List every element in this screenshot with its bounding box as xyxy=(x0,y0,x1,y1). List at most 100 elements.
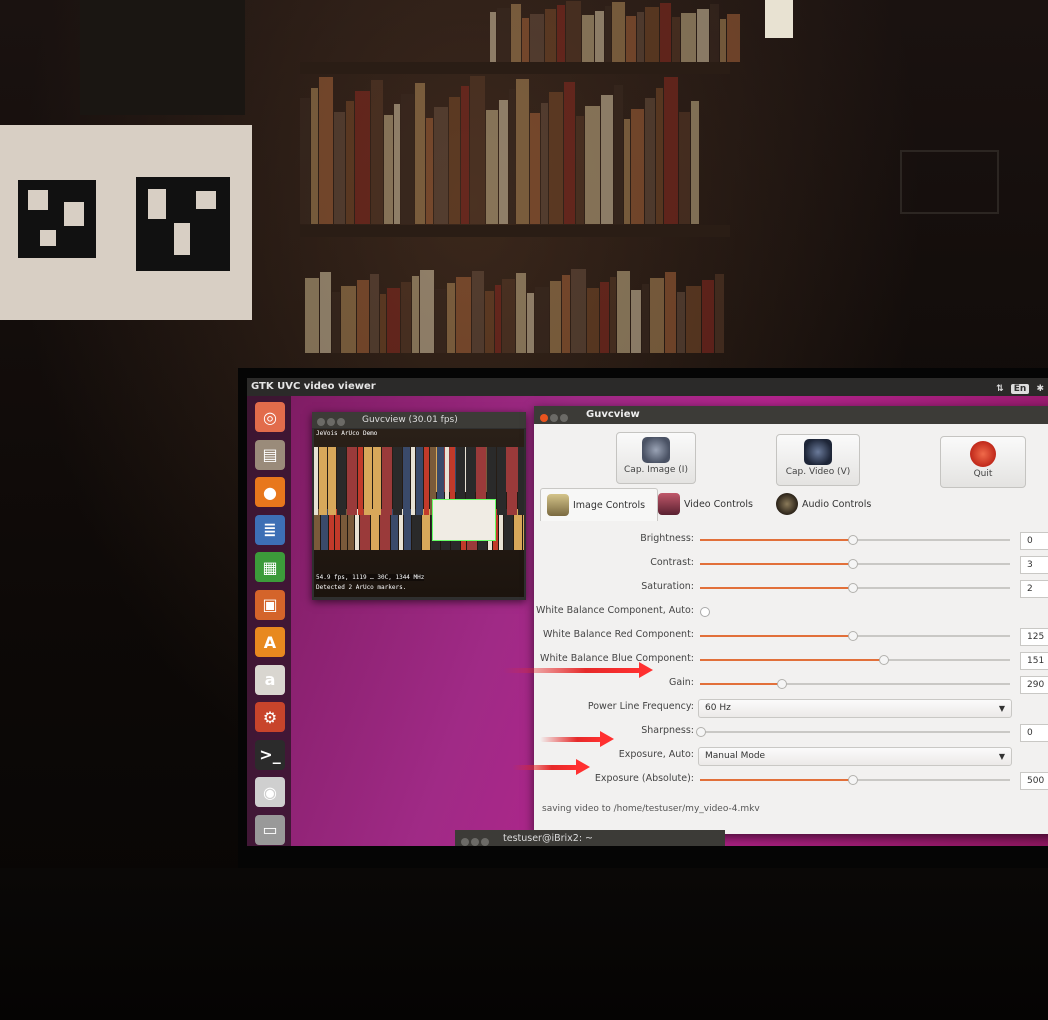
control-dropdown[interactable]: 60 Hz ▼ xyxy=(698,699,1012,718)
control-value-field[interactable]: 151 xyxy=(1020,652,1048,670)
bookshelf-row xyxy=(490,0,740,62)
dropdown-value: 60 Hz xyxy=(705,703,731,713)
book xyxy=(535,286,549,353)
book xyxy=(371,509,379,550)
book xyxy=(601,95,613,224)
book xyxy=(485,290,494,353)
terminal-window-title[interactable]: testuser@iBrix2: ~ xyxy=(455,830,725,846)
book xyxy=(380,293,386,353)
keyboard-layout-indicator[interactable]: En xyxy=(1010,384,1030,394)
control-label: Exposure, Auto: xyxy=(618,749,694,760)
tab-image-controls[interactable]: Image Controls xyxy=(540,488,658,521)
book xyxy=(562,274,570,353)
close-icon[interactable] xyxy=(540,414,548,422)
tab-video-controls[interactable]: Video Controls xyxy=(652,488,776,520)
minimize-icon[interactable] xyxy=(550,414,558,422)
preview-window[interactable]: Guvcview (30.01 fps) JeVois ArUco Demo 5… xyxy=(312,412,526,600)
files-icon[interactable]: ▤ xyxy=(255,439,285,470)
control-titlebar[interactable]: Guvcview xyxy=(534,406,1048,424)
control-slider[interactable] xyxy=(700,655,1010,665)
control-row: Gain: 290 xyxy=(534,674,1048,694)
calc-icon[interactable]: ▦ xyxy=(255,552,285,582)
book xyxy=(545,9,556,62)
guvcview-control-window[interactable]: Guvcview Cap. Image (I) Cap. Video (V) Q… xyxy=(534,406,1048,834)
slider-handle[interactable] xyxy=(847,535,858,545)
slider-handle[interactable] xyxy=(847,631,858,641)
quit-button[interactable]: Quit xyxy=(940,436,1026,488)
book xyxy=(472,271,484,353)
writer-icon[interactable]: ≣ xyxy=(255,514,285,545)
book xyxy=(319,447,327,515)
minimize-icon[interactable] xyxy=(471,838,479,846)
book xyxy=(642,284,649,353)
control-slider[interactable] xyxy=(700,583,1010,593)
slider-handle[interactable] xyxy=(696,727,706,737)
book xyxy=(311,87,318,224)
slider-handle[interactable] xyxy=(878,655,889,665)
trash-icon[interactable]: ▭ xyxy=(255,814,285,845)
cap-image-button[interactable]: Cap. Image (I) xyxy=(616,432,696,484)
preview-titlebar[interactable]: Guvcview (30.01 fps) xyxy=(312,412,526,428)
control-value-field[interactable]: 125 xyxy=(1020,628,1048,646)
book xyxy=(514,509,522,550)
book xyxy=(456,277,471,353)
cap-video-button[interactable]: Cap. Video (V) xyxy=(776,434,860,486)
network-icon[interactable]: ⇅ xyxy=(996,384,1004,394)
software-center-icon[interactable]: A xyxy=(255,627,285,657)
firefox-icon[interactable]: ● xyxy=(255,477,285,507)
book xyxy=(329,509,334,550)
control-slider[interactable] xyxy=(700,631,1010,641)
book xyxy=(355,90,370,224)
control-value-field[interactable]: 290 xyxy=(1020,676,1048,694)
maximize-icon[interactable] xyxy=(481,838,489,846)
control-slider[interactable] xyxy=(700,559,1010,569)
control-label: Brightness: xyxy=(640,533,694,544)
impress-icon[interactable]: ▣ xyxy=(255,589,285,620)
control-slider[interactable] xyxy=(700,679,1010,689)
slider-handle[interactable] xyxy=(776,679,787,689)
amazon-icon[interactable]: a xyxy=(255,664,285,695)
maximize-icon[interactable] xyxy=(560,414,568,422)
control-slider[interactable] xyxy=(700,535,1010,545)
slider-handle[interactable] xyxy=(847,559,858,569)
book xyxy=(530,113,540,224)
control-value-field[interactable]: 0 xyxy=(1020,724,1048,742)
webcam-icon[interactable]: ◉ xyxy=(255,777,285,807)
book xyxy=(571,268,586,353)
control-value-field[interactable]: 2 xyxy=(1020,580,1048,598)
book xyxy=(411,447,415,515)
tab-audio-controls[interactable]: Audio Controls xyxy=(770,488,898,520)
book xyxy=(656,87,663,224)
settings-icon[interactable]: ⚙ xyxy=(255,702,285,732)
control-row: Exposure, Auto: Manual Mode ▼ xyxy=(534,746,1048,766)
control-checkbox[interactable] xyxy=(700,607,710,617)
control-value-field[interactable]: 3 xyxy=(1020,556,1048,574)
slider-handle[interactable] xyxy=(847,775,858,785)
book xyxy=(358,447,363,515)
book xyxy=(490,12,496,62)
close-icon[interactable] xyxy=(317,418,325,426)
annotation-arrow xyxy=(503,662,653,678)
control-row: Saturation: 2 xyxy=(534,578,1048,598)
control-value-field[interactable]: 500 xyxy=(1020,772,1048,790)
slider-handle[interactable] xyxy=(847,583,858,593)
minimize-icon[interactable] xyxy=(327,418,335,426)
control-dropdown[interactable]: Manual Mode ▼ xyxy=(698,747,1012,766)
book xyxy=(380,509,390,550)
control-row: White Balance Component, Auto: xyxy=(534,602,1048,622)
control-slider[interactable] xyxy=(696,727,1010,737)
control-slider[interactable] xyxy=(700,775,1010,785)
maximize-icon[interactable] xyxy=(337,418,345,426)
bookshelf-row xyxy=(80,0,245,115)
close-icon[interactable] xyxy=(461,838,469,846)
control-value-field[interactable]: 0 xyxy=(1020,532,1048,550)
ubuntu-dash-icon[interactable]: ◎ xyxy=(255,402,285,432)
bluetooth-icon[interactable]: ✱ xyxy=(1036,384,1044,394)
book xyxy=(412,275,419,353)
book xyxy=(549,92,563,224)
book xyxy=(626,16,636,62)
annotation-arrow xyxy=(540,731,614,747)
terminal-icon[interactable]: >_ xyxy=(255,739,285,770)
book xyxy=(401,93,414,224)
control-label: White Balance Blue Component: xyxy=(540,653,694,664)
